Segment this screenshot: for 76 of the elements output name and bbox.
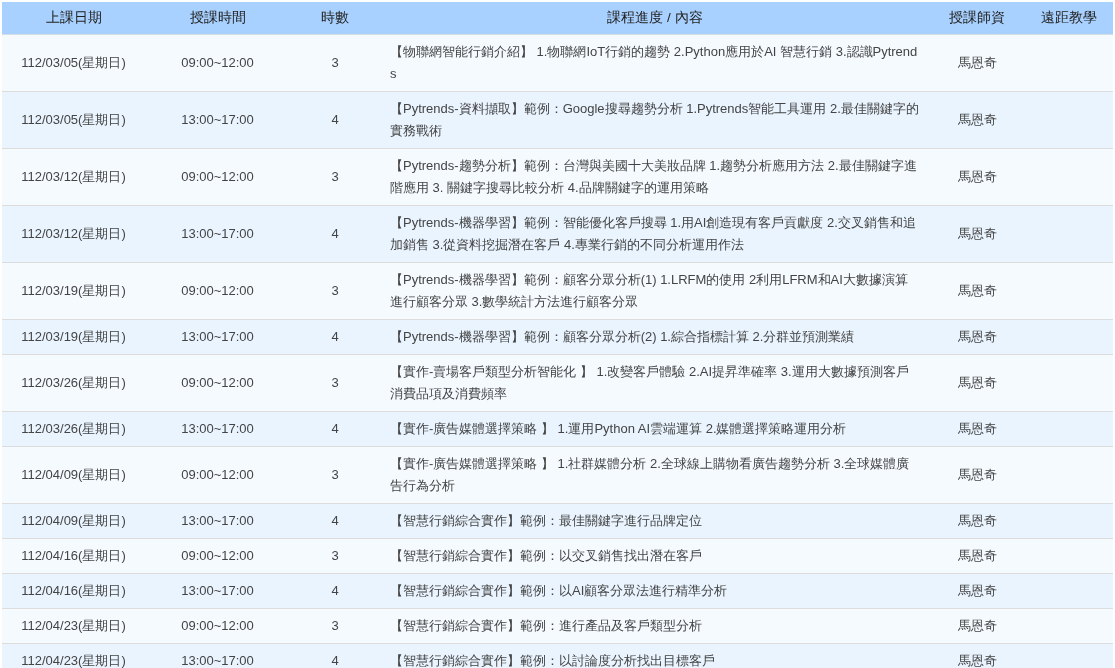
hours-cell: 3 [290, 354, 380, 412]
content-cell: 【智慧行銷綜合實作】範例：以討論度分析找出目標客戶 [380, 643, 930, 668]
hours-cell: 4 [290, 573, 380, 609]
teacher-cell: 馬恩奇 [930, 643, 1024, 668]
time-cell: 09:00~12:00 [145, 148, 290, 206]
hours-cell: 4 [290, 91, 380, 149]
date-cell: 112/03/12(星期日) [2, 205, 145, 263]
date-cell: 112/04/09(星期日) [2, 446, 145, 504]
date-cell: 112/03/12(星期日) [2, 148, 145, 206]
date-cell: 112/04/16(星期日) [2, 573, 145, 609]
teacher-cell: 馬恩奇 [930, 538, 1024, 574]
date-cell: 112/04/23(星期日) [2, 608, 145, 644]
teacher-cell: 馬恩奇 [930, 573, 1024, 609]
hours-cell: 3 [290, 538, 380, 574]
content-cell: 【智慧行銷綜合實作】範例：最佳關鍵字進行品牌定位 [380, 503, 930, 539]
teacher-cell: 馬恩奇 [930, 91, 1024, 149]
time-cell: 13:00~17:00 [145, 503, 290, 539]
content-cell: 【Pytrends-資料擷取】範例：Google搜尋趨勢分析 1.Pytrends智能工具運用 2.最佳關鍵字的實務戰術 [380, 91, 930, 149]
teacher-cell: 馬恩奇 [930, 503, 1024, 539]
hours-cell: 3 [290, 446, 380, 504]
teacher-cell: 馬恩奇 [930, 411, 1024, 447]
column-header: 遠距教學 [1024, 2, 1113, 35]
content-cell: 【物聯網智能行銷介紹】 1.物聯網IoT行銷的趨勢 2.Python應用於AI 智慧行銷 3.認識Pytrends [380, 34, 930, 92]
hours-cell: 3 [290, 34, 380, 92]
hours-cell: 4 [290, 319, 380, 355]
date-cell: 112/04/23(星期日) [2, 643, 145, 668]
time-cell: 09:00~12:00 [145, 446, 290, 504]
teacher-cell: 馬恩奇 [930, 34, 1024, 92]
time-cell: 09:00~12:00 [145, 608, 290, 644]
content-cell: 【Pytrends-機器學習】範例：智能優化客戶搜尋 1.用AI創造現有客戶貢獻度 2.交叉銷售和追加銷售 3.從資料挖掘潛在客戶 4.專業行銷的不同分析運用作法 [380, 205, 930, 263]
time-cell: 09:00~12:00 [145, 538, 290, 574]
content-cell: 【實作-賣場客戶類型分析智能化 】 1.改變客戶體驗 2.AI提昇準確率 3.運用大數據預測客戶消費品項及消費頻率 [380, 354, 930, 412]
time-cell: 13:00~17:00 [145, 411, 290, 447]
date-cell: 112/03/26(星期日) [2, 411, 145, 447]
content-cell: 【實作-廣告媒體選擇策略 】 1.社群媒體分析 2.全球線上購物看廣告趨勢分析 3.全球媒體廣告行為分析 [380, 446, 930, 504]
time-cell: 09:00~12:00 [145, 354, 290, 412]
time-cell: 09:00~12:00 [145, 262, 290, 320]
hours-cell: 4 [290, 643, 380, 668]
column-header: 授課時間 [145, 2, 290, 35]
time-cell: 13:00~17:00 [145, 205, 290, 263]
content-cell: 【Pytrends-趨勢分析】範例：台灣與美國十大美妝品牌 1.趨勢分析應用方法 2.最佳關鍵字進階應用 3. 關鍵字搜尋比較分析 4.品牌關鍵字的運用策略 [380, 148, 930, 206]
hours-cell: 4 [290, 205, 380, 263]
date-cell: 112/03/26(星期日) [2, 354, 145, 412]
content-cell: 【Pytrends-機器學習】範例：顧客分眾分析(1) 1.LRFM的使用 2利用LFRM和AI大數據演算進行顧客分眾 3.數學統計方法進行顧客分眾 [380, 262, 930, 320]
teacher-cell: 馬恩奇 [930, 205, 1024, 263]
time-cell: 13:00~17:00 [145, 573, 290, 609]
date-cell: 112/04/16(星期日) [2, 538, 145, 574]
column-header: 課程進度 / 內容 [380, 2, 930, 35]
column-header: 授課師資 [930, 2, 1024, 35]
hours-cell: 4 [290, 411, 380, 447]
hours-cell: 3 [290, 608, 380, 644]
date-cell: 112/03/05(星期日) [2, 91, 145, 149]
hours-cell: 3 [290, 262, 380, 320]
content-cell: 【Pytrends-機器學習】範例：顧客分眾分析(2) 1.綜合指標計算 2.分群並預測業績 [380, 319, 930, 355]
teacher-cell: 馬恩奇 [930, 608, 1024, 644]
column-header: 時數 [290, 2, 380, 35]
teacher-cell: 馬恩奇 [930, 319, 1024, 355]
date-cell: 112/03/19(星期日) [2, 262, 145, 320]
content-cell: 【實作-廣告媒體選擇策略 】 1.運用Python AI雲端運算 2.媒體選擇策略運用分析 [380, 411, 930, 447]
column-header: 上課日期 [2, 2, 145, 35]
hours-cell: 3 [290, 148, 380, 206]
teacher-cell: 馬恩奇 [930, 148, 1024, 206]
time-cell: 13:00~17:00 [145, 643, 290, 668]
time-cell: 09:00~12:00 [145, 34, 290, 92]
content-cell: 【智慧行銷綜合實作】範例：以AI顧客分眾法進行精準分析 [380, 573, 930, 609]
hours-cell: 4 [290, 503, 380, 539]
time-cell: 13:00~17:00 [145, 319, 290, 355]
content-cell: 【智慧行銷綜合實作】範例：進行產品及客戶類型分析 [380, 608, 930, 644]
date-cell: 112/04/09(星期日) [2, 503, 145, 539]
time-cell: 13:00~17:00 [145, 91, 290, 149]
date-cell: 112/03/05(星期日) [2, 34, 145, 92]
date-cell: 112/03/19(星期日) [2, 319, 145, 355]
teacher-cell: 馬恩奇 [930, 446, 1024, 504]
teacher-cell: 馬恩奇 [930, 354, 1024, 412]
content-cell: 【智慧行銷綜合實作】範例：以交叉銷售找出潛在客戶 [380, 538, 930, 574]
teacher-cell: 馬恩奇 [930, 262, 1024, 320]
